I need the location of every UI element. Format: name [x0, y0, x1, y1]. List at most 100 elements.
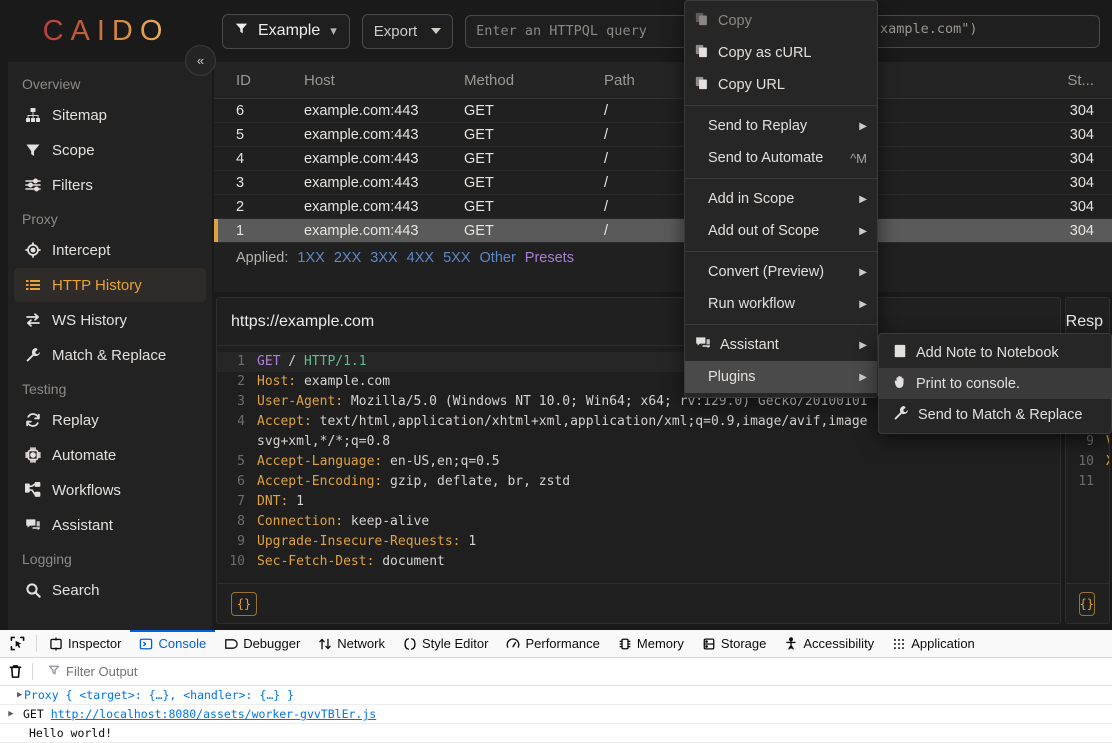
sidebar-item-scope[interactable]: Scope	[14, 133, 206, 167]
sidebar-section-title: Proxy	[8, 203, 212, 232]
chat-icon	[695, 335, 711, 355]
menu-item-add-out-of-scope[interactable]: Add out of Scope▶	[685, 215, 877, 247]
search-icon	[24, 581, 42, 599]
project-selector-label: Example	[258, 22, 320, 40]
table-row[interactable]: 5example.com:443GET/304	[214, 123, 1112, 147]
applied-filter-2xx[interactable]: 2XX	[334, 250, 361, 266]
devtools-tab-style-editor[interactable]: Style Editor	[394, 630, 497, 658]
copy-icon	[695, 12, 709, 30]
caido-app: CAIDO Example ▾ Export Enter an HTTPQL q…	[0, 0, 1112, 630]
column-header-status[interactable]: St...	[1034, 72, 1112, 89]
project-selector[interactable]: Example ▾	[222, 14, 350, 49]
code-token: text/html,application/xhtml+xml,applicat…	[312, 414, 868, 429]
menu-item-copy[interactable]: Copy	[685, 5, 877, 37]
applied-filter-other[interactable]: Other	[480, 250, 516, 266]
export-button[interactable]: Export	[362, 14, 453, 49]
table-row[interactable]: 6example.com:443GET/304	[214, 99, 1112, 123]
sidebar-item-match-replace[interactable]: Match & Replace	[14, 338, 206, 372]
menu-item-convert-preview[interactable]: Convert (Preview)▶	[685, 256, 877, 288]
menu-item-copy-as-curl[interactable]: Copy as cURL	[685, 37, 877, 69]
menu-item-assistant[interactable]: Assistant▶	[685, 329, 877, 361]
sidebar-item-intercept[interactable]: Intercept	[14, 233, 206, 267]
line-number: 10	[217, 552, 257, 572]
menu-item-send-to-replay[interactable]: Send to Replay▶	[685, 110, 877, 142]
cell-host: example.com:443	[304, 103, 464, 119]
submenu-item-add-note-to-notebook[interactable]: Add Note to Notebook	[879, 337, 1111, 368]
devtools-tab-application[interactable]: Application	[883, 630, 984, 658]
code-token: GET	[257, 354, 280, 369]
console-row-request[interactable]: ▶GEThttp://localhost:8080/assets/worker-…	[0, 705, 1112, 724]
sidebar-item-assistant[interactable]: Assistant	[14, 508, 206, 542]
menu-item-label: Plugins	[708, 369, 850, 385]
devtools-tab-inspector[interactable]: Inspector	[40, 630, 130, 658]
devtools-tab-memory[interactable]: Memory	[609, 630, 693, 658]
console-request-url[interactable]: http://localhost:8080/assets/worker-gvvT…	[51, 707, 376, 721]
table-row[interactable]: 2example.com:443GET/304	[214, 195, 1112, 219]
menu-item-label: Send to Replay	[708, 118, 850, 134]
sidebar-item-search[interactable]: Search	[14, 573, 206, 607]
menu-item-plugins[interactable]: Plugins▶	[685, 361, 877, 393]
devtools-tab-console[interactable]: Console	[130, 630, 215, 658]
exchange-icon	[24, 311, 42, 329]
element-picker-icon[interactable]	[4, 636, 33, 651]
sidebar-item-label: HTTP History	[52, 277, 142, 294]
expand-twisty-icon[interactable]: ▶	[6, 690, 17, 700]
column-header-id[interactable]: ID	[214, 72, 304, 89]
applied-presets-link[interactable]: Presets	[525, 250, 574, 266]
sidebar-item-filters[interactable]: Filters	[14, 168, 206, 202]
expand-twisty-icon[interactable]: ▶	[6, 709, 16, 719]
debugger-icon	[224, 637, 238, 651]
sidebar-item-label: Automate	[52, 447, 116, 464]
clear-console-icon[interactable]	[6, 664, 23, 679]
caido-logo: CAIDO	[43, 15, 170, 48]
sidebar-item-http-history[interactable]: HTTP History	[14, 268, 206, 302]
column-header-host[interactable]: Host	[304, 72, 464, 89]
menu-item-send-to-automate[interactable]: Send to Automate^M	[685, 142, 877, 174]
sidebar-item-replay[interactable]: Replay	[14, 403, 206, 437]
applied-filter-3xx[interactable]: 3XX	[370, 250, 397, 266]
applied-filter-1xx[interactable]: 1XX	[297, 250, 324, 266]
funnel-icon	[235, 22, 248, 40]
sidebar-item-workflows[interactable]: Workflows	[14, 473, 206, 507]
sidebar-item-label: Filters	[52, 177, 93, 194]
console-row-object[interactable]: ▶ Proxy { <target>: {…}, <handler>: {…} }	[0, 686, 1112, 705]
table-row[interactable]: 3example.com:443GET/304	[214, 171, 1112, 195]
response-format-button[interactable]: {}	[1079, 592, 1095, 616]
cell-status: 304	[1034, 103, 1112, 119]
storage-icon	[702, 637, 716, 651]
request-format-button[interactable]: {}	[231, 592, 257, 616]
table-row[interactable]: 1example.com:443GET/304	[214, 219, 1112, 243]
code-token: Accept-Language:	[257, 454, 382, 469]
menu-separator	[685, 324, 877, 325]
devtools-tab-storage[interactable]: Storage	[693, 630, 776, 658]
sidebar-item-ws-history[interactable]: WS History	[14, 303, 206, 337]
sidebar-item-sitemap[interactable]: Sitemap	[14, 98, 206, 132]
sidebar-collapse-button[interactable]: «	[185, 45, 216, 76]
code-token: 1	[461, 534, 477, 549]
code-line: 11	[1066, 472, 1109, 492]
table-row[interactable]: 4example.com:443GET/304	[214, 147, 1112, 171]
cell-host: example.com:443	[304, 151, 464, 167]
cell-method: GET	[464, 223, 604, 239]
devtools-tab-network[interactable]: Network	[309, 630, 394, 658]
menu-item-copy-url[interactable]: Copy URL	[685, 69, 877, 101]
menu-item-add-in-scope[interactable]: Add in Scope▶	[685, 183, 877, 215]
code-text: Connection: keep-alive	[257, 512, 429, 532]
menu-item-run-workflow[interactable]: Run workflow▶	[685, 288, 877, 320]
devtools-tab-accessibility[interactable]: Accessibility	[775, 630, 883, 658]
code-line: 9Upgrade-Insecure-Requests: 1	[217, 532, 1060, 552]
chat-icon	[24, 516, 42, 534]
filter-output-input[interactable]: Filter Output	[42, 664, 138, 679]
code-token: svg+xml,*/*;q=0.8	[257, 434, 390, 449]
sidebar-item-automate[interactable]: Automate	[14, 438, 206, 472]
console-object-text: Proxy { <target>: {…}, <handler>: {…} }	[24, 688, 294, 702]
column-header-method[interactable]: Method	[464, 72, 604, 89]
submenu-item-send-to-match-replace[interactable]: Send to Match & Replace	[879, 399, 1111, 430]
devtools-tab-performance[interactable]: Performance	[497, 630, 608, 658]
applied-filter-4xx[interactable]: 4XX	[407, 250, 434, 266]
code-text: GET / HTTP/1.1	[257, 352, 367, 372]
devtools-tab-debugger[interactable]: Debugger	[215, 630, 309, 658]
applied-filter-5xx[interactable]: 5XX	[443, 250, 470, 266]
cell-method: GET	[464, 103, 604, 119]
submenu-item-print-to-console[interactable]: Print to console.	[879, 368, 1111, 399]
